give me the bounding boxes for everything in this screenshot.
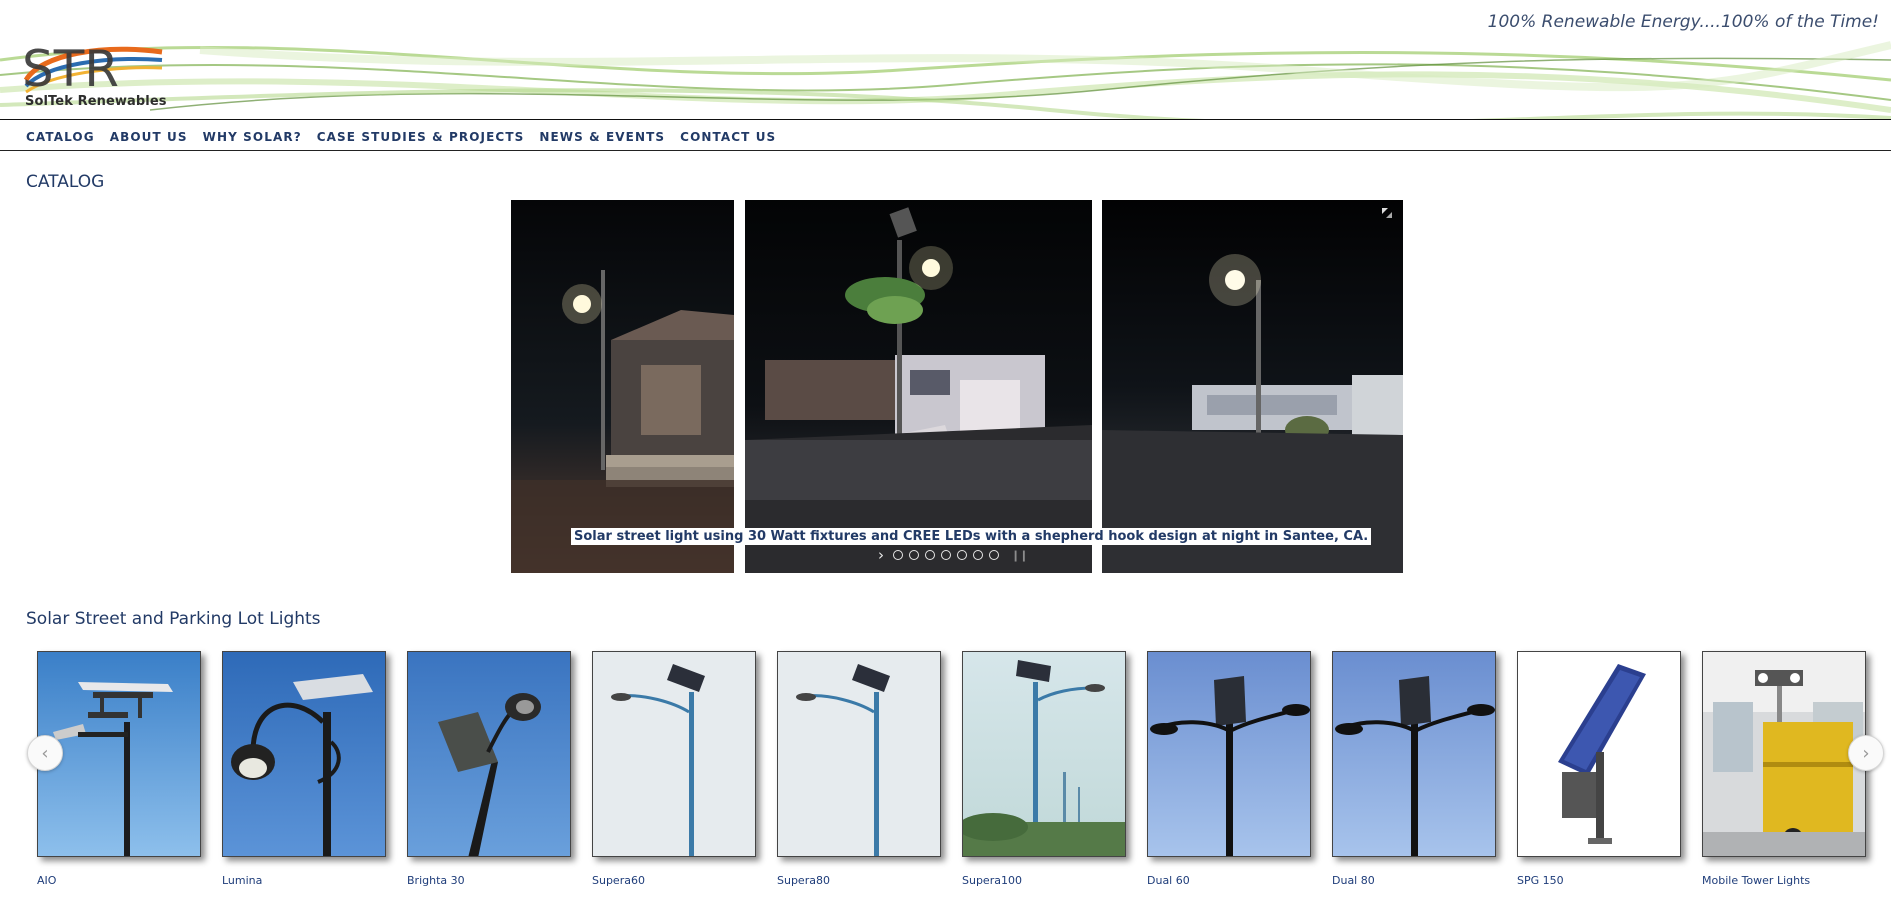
product-card-mobile-tower-lights[interactable]: Mobile Tower Lights xyxy=(1702,651,1866,887)
slide-photo-left[interactable] xyxy=(511,200,734,573)
slide-caption: Solar street light using 30 Watt fixture… xyxy=(571,528,1372,545)
product-label[interactable]: Dual 60 xyxy=(1147,874,1311,887)
product-label[interactable]: Dual 80 xyxy=(1332,874,1496,887)
product-image[interactable] xyxy=(962,651,1126,857)
product-image[interactable] xyxy=(407,651,571,857)
product-card-aio[interactable]: AIO xyxy=(37,651,201,887)
slide-dot-3[interactable] xyxy=(925,550,935,560)
slide-photo-center[interactable] xyxy=(745,200,1092,573)
product-image[interactable] xyxy=(592,651,756,857)
product-card-lumina[interactable]: Lumina xyxy=(222,651,386,887)
product-card-dual-80[interactable]: Dual 80 xyxy=(1332,651,1496,887)
product-label[interactable]: Lumina xyxy=(222,874,386,887)
photo-slideshow xyxy=(511,200,1403,573)
product-card-supera100[interactable]: Supera100 xyxy=(962,651,1126,887)
product-label[interactable]: Supera80 xyxy=(777,874,941,887)
slide-photo-right[interactable] xyxy=(1102,200,1403,573)
slide-dot-7[interactable] xyxy=(989,550,999,560)
product-image[interactable] xyxy=(777,651,941,857)
slideshow-controls: › ❙❙ xyxy=(875,547,1028,563)
product-carousel: AIO Lumina Brighta 30 Supera60 Supera80 … xyxy=(0,645,1891,911)
main-nav: CATALOG ABOUT US WHY SOLAR? CASE STUDIES… xyxy=(0,122,1891,151)
product-image[interactable] xyxy=(1517,651,1681,857)
product-label[interactable]: SPG 150 xyxy=(1517,874,1681,887)
chevron-right-icon: › xyxy=(1862,742,1870,764)
product-label[interactable]: AIO xyxy=(37,874,201,887)
nav-item-news-events[interactable]: NEWS & EVENTS xyxy=(539,130,665,144)
slide-dot-6[interactable] xyxy=(973,550,983,560)
product-image[interactable] xyxy=(1332,651,1496,857)
product-card-brighta-30[interactable]: Brighta 30 xyxy=(407,651,571,887)
nav-list: CATALOG ABOUT US WHY SOLAR? CASE STUDIES… xyxy=(26,130,791,144)
carousel-next-button[interactable]: › xyxy=(1848,735,1884,771)
slide-dot-5[interactable] xyxy=(957,550,967,560)
site-header: 100% Renewable Energy....100% of the Tim… xyxy=(0,0,1891,120)
nav-item-catalog[interactable]: CATALOG xyxy=(26,130,95,144)
product-card-spg-150[interactable]: SPG 150 xyxy=(1517,651,1681,887)
product-card-supera80[interactable]: Supera80 xyxy=(777,651,941,887)
nav-item-why-solar[interactable]: WHY SOLAR? xyxy=(203,130,302,144)
slide-dot-4[interactable] xyxy=(941,550,951,560)
nav-item-about-us[interactable]: ABOUT US xyxy=(110,130,188,144)
page-title: CATALOG xyxy=(26,172,105,192)
chevron-left-icon: ‹ xyxy=(41,742,49,764)
slide-dot-2[interactable] xyxy=(909,550,919,560)
product-label[interactable]: Supera60 xyxy=(592,874,756,887)
product-card-dual-60[interactable]: Dual 60 xyxy=(1147,651,1311,887)
chevron-right-icon[interactable]: › xyxy=(875,548,887,563)
section-title-street-lights: Solar Street and Parking Lot Lights xyxy=(26,609,321,629)
product-label[interactable]: Brighta 30 xyxy=(407,874,571,887)
nav-item-contact-us[interactable]: CONTACT US xyxy=(680,130,776,144)
product-label[interactable]: Supera100 xyxy=(962,874,1126,887)
expand-icon[interactable] xyxy=(1381,207,1393,219)
pause-icon[interactable]: ❙❙ xyxy=(1011,549,1028,562)
slide-dot-1[interactable] xyxy=(893,550,903,560)
product-image[interactable] xyxy=(1702,651,1866,857)
nav-item-case-studies[interactable]: CASE STUDIES & PROJECTS xyxy=(317,130,525,144)
product-label[interactable]: Mobile Tower Lights xyxy=(1702,874,1866,887)
product-card-supera60[interactable]: Supera60 xyxy=(592,651,756,887)
product-image[interactable] xyxy=(1147,651,1311,857)
carousel-prev-button[interactable]: ‹ xyxy=(27,735,63,771)
logo-company-name: SolTek Renewables xyxy=(25,94,167,109)
product-image[interactable] xyxy=(222,651,386,857)
header-divider xyxy=(0,119,1891,120)
svg-text:STR: STR xyxy=(22,40,119,98)
site-tagline: 100% Renewable Energy....100% of the Tim… xyxy=(1487,12,1879,32)
